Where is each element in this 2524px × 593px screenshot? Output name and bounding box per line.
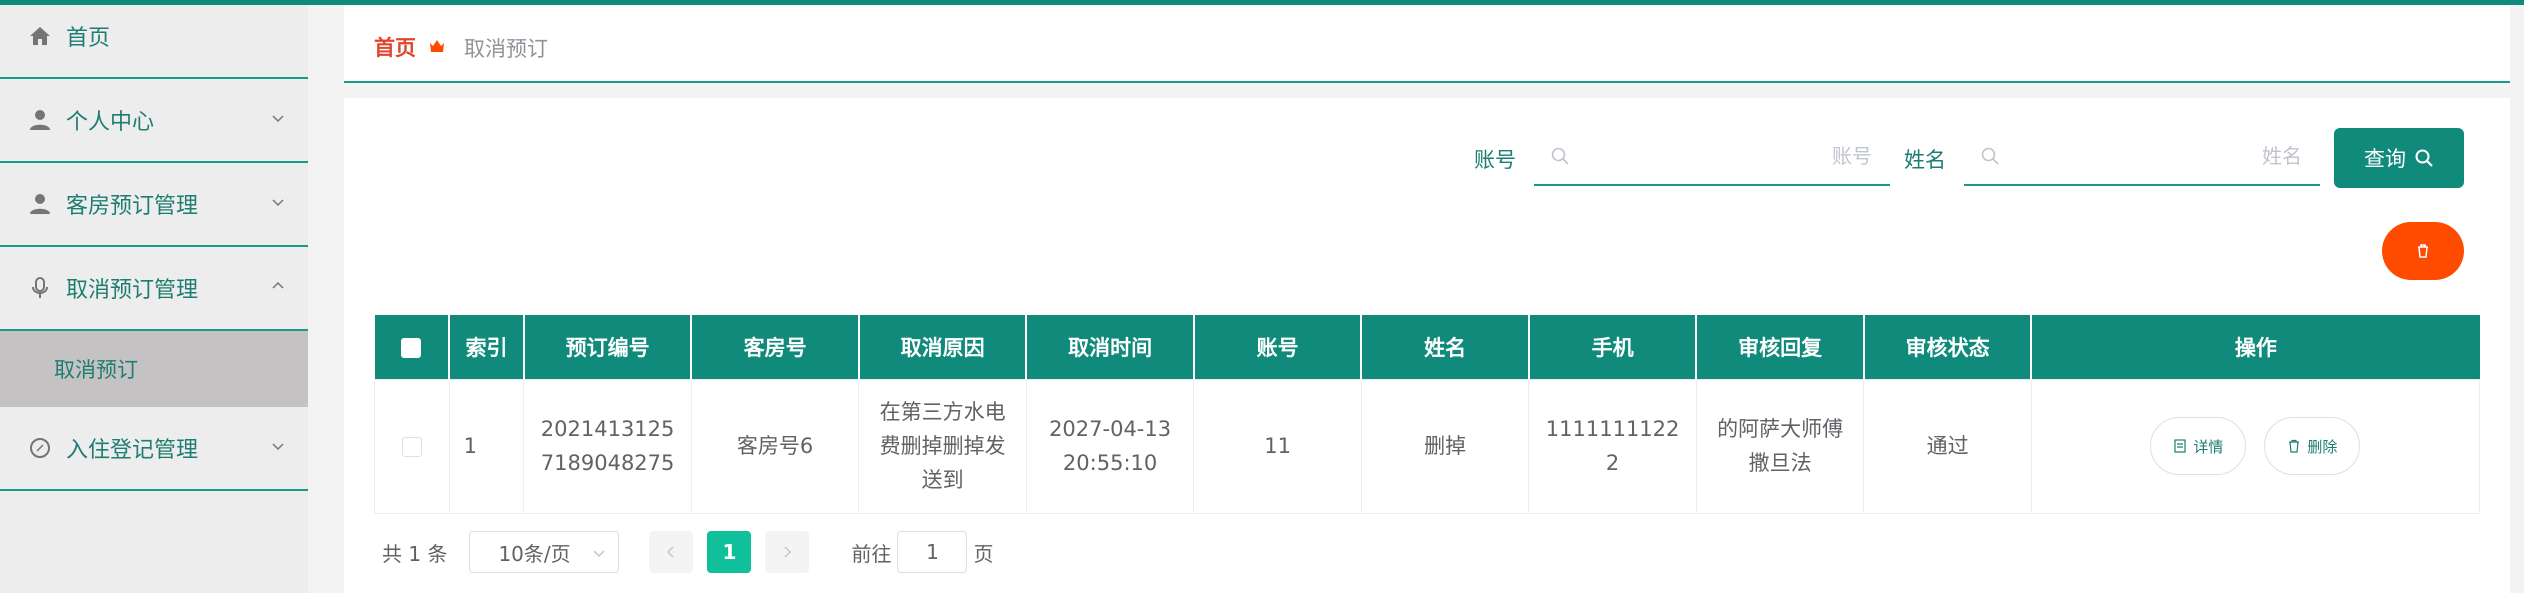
account-search-field[interactable] [1534,126,1890,186]
query-button[interactable]: 查询 [2334,128,2464,188]
sidebar-item-label: 首页 [66,26,111,51]
sidebar-item-home[interactable]: 首页 [0,0,308,79]
column-header: 取消原因 [858,315,1028,379]
next-page-button[interactable] [765,531,810,573]
query-button-label: 查询 [2364,147,2406,171]
column-header: 取消时间 [1026,315,1195,379]
delete-button-label: 删除 [2307,437,2338,456]
page-size-value: 10条/页 [498,541,571,566]
trash-icon [2289,439,2300,453]
chevron-up-icon [272,281,284,289]
name-label: 姓名 [1904,148,1946,172]
goto-suffix: 页 [973,541,994,566]
cell-account: 11 [1193,378,1362,514]
column-header: 审核状态 [1863,315,2033,379]
search-icon [1981,147,1999,165]
column-header: 审核回复 [1696,315,1865,379]
cell-status: 通过 [1863,378,2032,514]
sidebar-item-label: 入住登记管理 [66,438,199,463]
detail-button[interactable]: 详情 [2150,417,2247,475]
select-all-checkbox[interactable] [401,337,422,358]
cell-index: 1 [448,378,525,514]
cell-name: 删掉 [1360,378,1530,514]
select-all-cell[interactable] [374,315,451,379]
column-header: 预订编号 [523,315,693,379]
goto-prefix: 前往 [851,541,892,566]
sidebar-subitem-cancel-booking[interactable]: 取消预订 [0,331,308,407]
trash-icon [2418,244,2428,258]
pagination: 共 1 条 10条/页 1 前往 页 [382,531,993,573]
breadcrumb: 首页 取消预订 [344,5,2510,83]
name-input[interactable] [2012,136,2302,176]
chevron-down-icon [593,550,605,558]
column-header: 操作 [2031,315,2480,379]
chevron-right-icon [784,546,792,558]
page-number-button[interactable]: 1 [707,531,752,573]
sidebar-item-label: 个人中心 [66,110,155,135]
sidebar: 首页 个人中心 客房预订管理 取消预订管理 取消预订 入住登记管理 [0,5,308,593]
cell-reason: 在第三方水电费删掉删掉发送到 [858,378,1027,514]
crown-icon [430,40,444,52]
chevron-down-icon [272,443,284,451]
microphone-icon [32,277,48,298]
row-select-cell[interactable] [374,378,450,514]
account-input[interactable] [1582,136,1872,176]
breadcrumb-home[interactable]: 首页 [374,32,416,62]
row-checkbox[interactable] [401,437,422,457]
cell-time: 2027-04-13 20:55:10 [1025,378,1195,514]
table-row: 1 20214131257189048275 客房号6 在第三方水电费删掉删掉发… [374,378,2481,514]
home-icon [30,27,50,45]
page-size-select[interactable]: 10条/页 [469,531,620,573]
breadcrumb-current: 取消预订 [464,37,548,61]
chevron-down-icon [272,115,284,123]
prev-page-button[interactable] [649,531,694,573]
cell-room-no: 客房号6 [690,378,860,514]
cell-actions: 详情 删除 [2030,378,2481,514]
sidebar-subitem-label: 取消预订 [54,358,138,382]
sidebar-item-room-booking[interactable]: 客房预订管理 [0,163,308,247]
search-icon [2415,149,2433,167]
user-icon [30,110,50,130]
sidebar-item-personal-center[interactable]: 个人中心 [0,79,308,163]
column-header: 索引 [449,315,525,379]
chevron-down-icon [272,199,284,207]
document-icon [2174,439,2187,453]
detail-button-label: 详情 [2193,437,2224,456]
main-content: 账号 姓名 查询 索引 预订编号 客房号 取消原因 取消时间 账号 [344,98,2510,593]
cell-booking-no: 20214131257189048275 [523,378,692,514]
pagination-total: 共 1 条 [382,541,448,566]
column-header: 客房号 [691,315,860,379]
goto-page-input[interactable] [897,531,968,573]
column-header: 手机 [1528,315,1698,379]
cell-phone: 11111111222 [1528,378,1697,514]
sidebar-item-label: 取消预订管理 [66,278,199,303]
search-icon [1551,147,1569,165]
compass-icon [30,438,50,458]
sidebar-item-label: 客房预订管理 [66,194,199,219]
name-search-field[interactable] [1964,126,2320,186]
cell-reply: 的阿萨大师傅撒旦法 [1695,378,1865,514]
account-label: 账号 [1474,148,1516,172]
table-header-row: 索引 预订编号 客房号 取消原因 取消时间 账号 姓名 手机 审核回复 审核状态… [374,315,2480,379]
column-header: 姓名 [1361,315,1530,379]
chevron-left-icon [667,546,674,558]
delete-button[interactable]: 删除 [2264,417,2361,475]
batch-delete-button[interactable] [2382,222,2464,280]
sidebar-item-cancel-booking[interactable]: 取消预订管理 [0,247,308,331]
column-header: 账号 [1193,315,1363,379]
user-icon [30,194,50,214]
cancel-booking-table: 索引 预订编号 客房号 取消原因 取消时间 账号 姓名 手机 审核回复 审核状态… [374,315,2481,514]
sidebar-item-checkin[interactable]: 入住登记管理 [0,407,308,491]
